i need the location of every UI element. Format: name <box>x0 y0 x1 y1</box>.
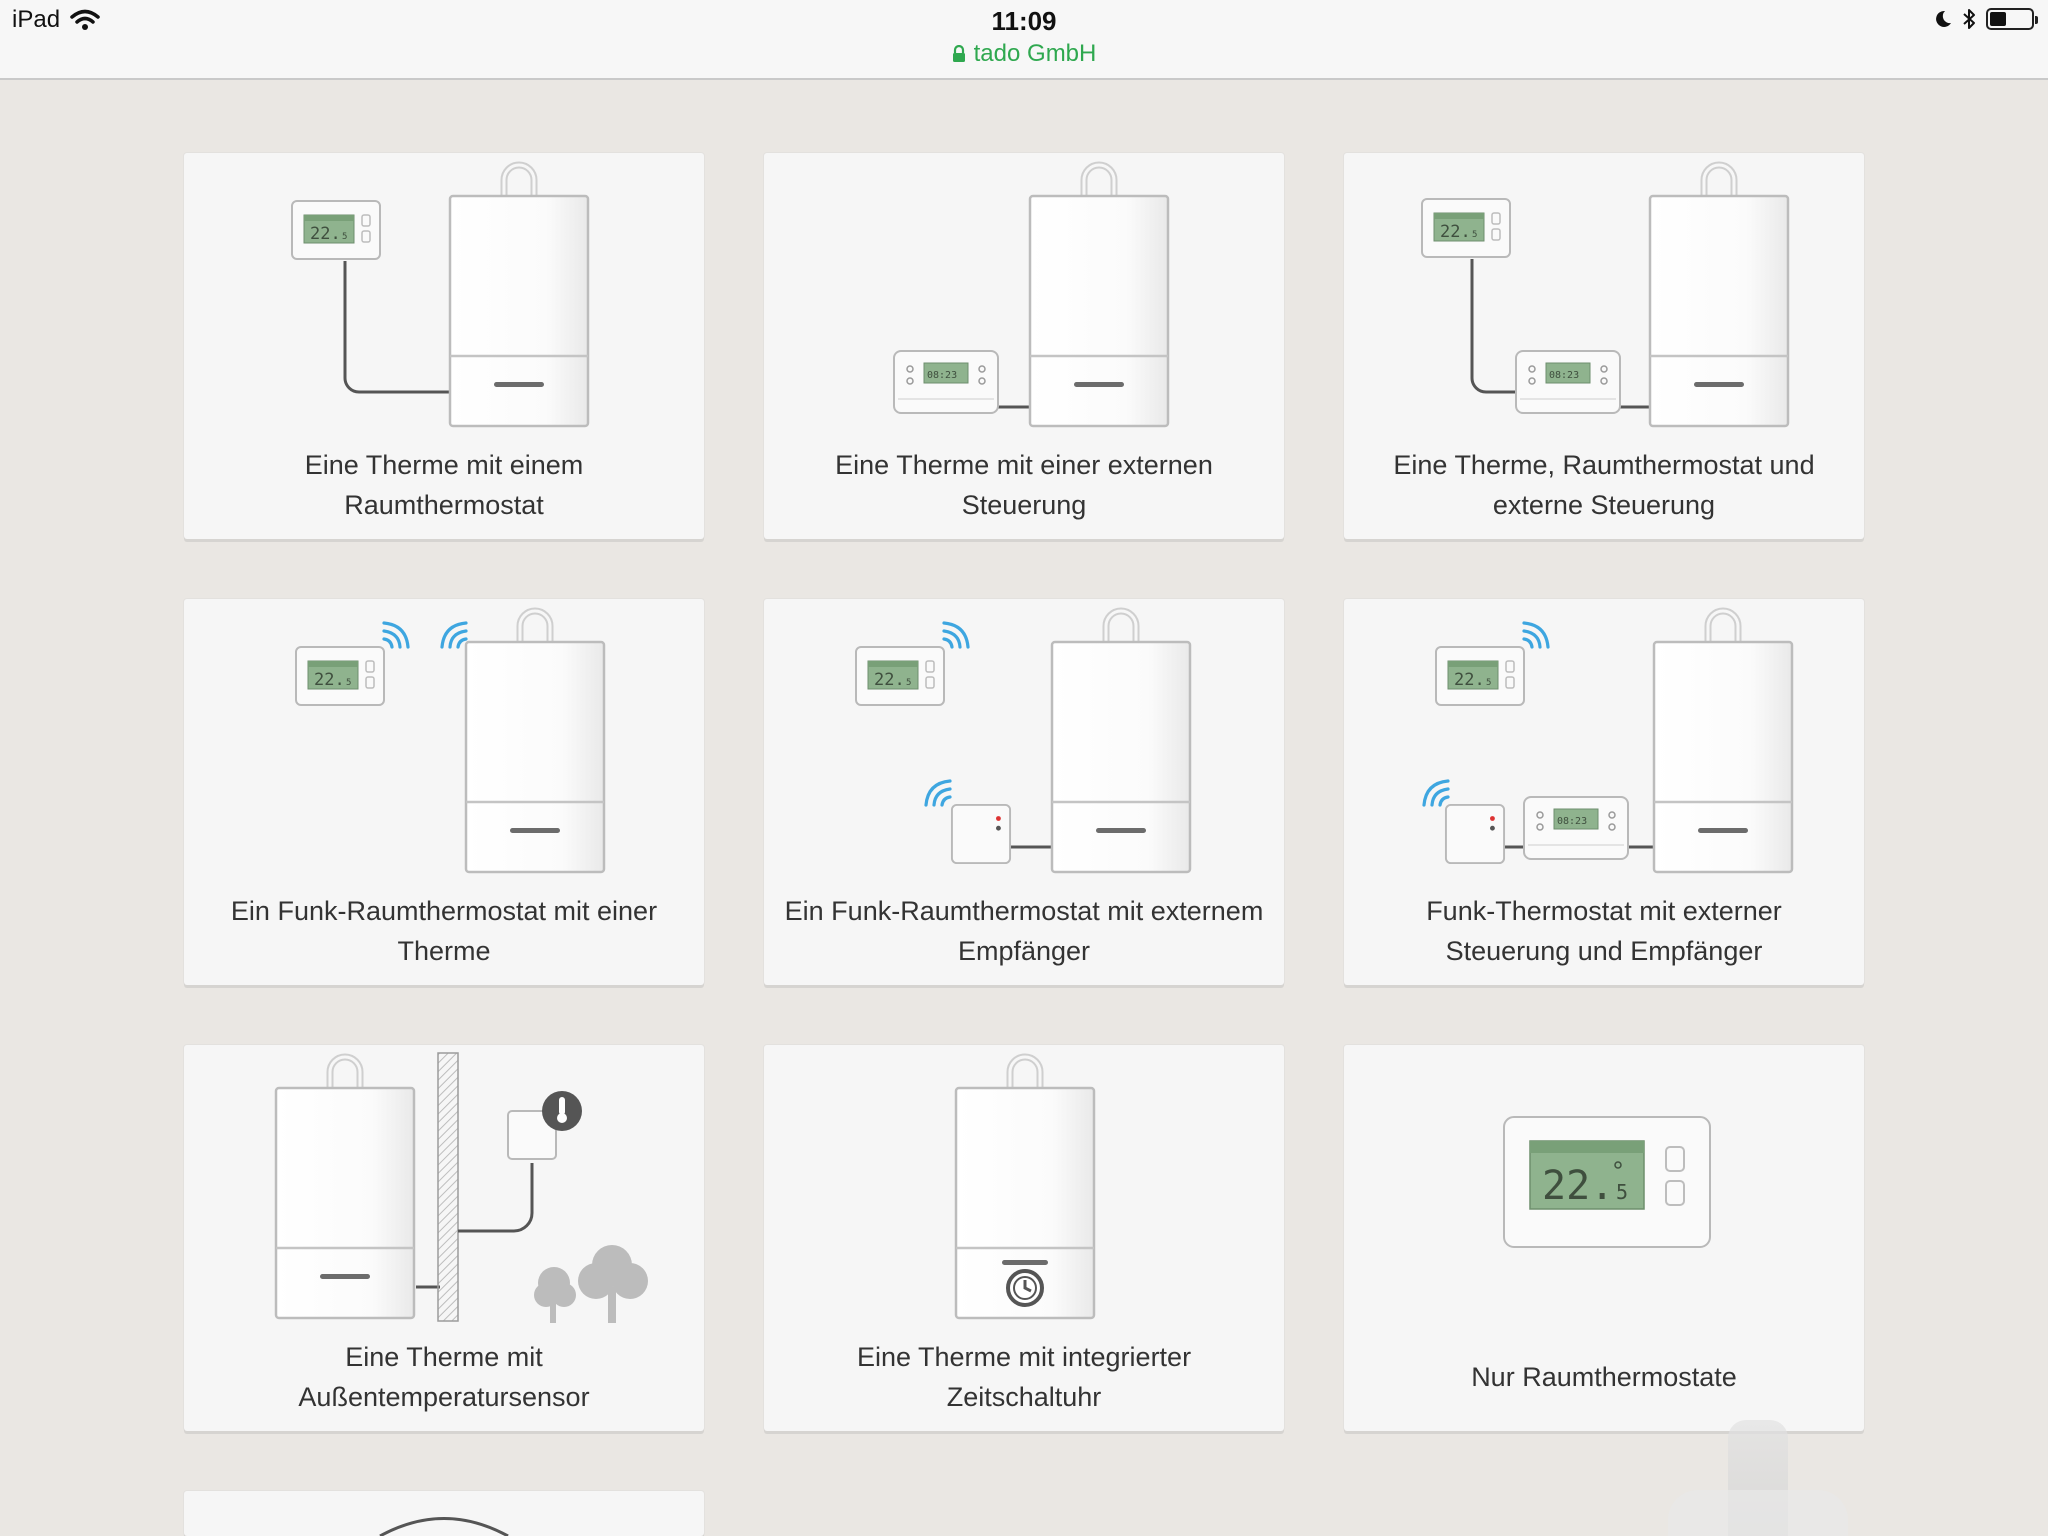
svg-text:22.: 22. <box>1542 1163 1614 1209</box>
card-partial[interactable] <box>184 1491 704 1536</box>
card-caption: Eine Therme mit einem Raumthermostat <box>304 450 584 520</box>
card-wireless-thermostat-receiver[interactable]: Ein Funk-Raumthermostat mit externem Emp… <box>764 599 1284 985</box>
card-caption: Funk-Thermostat mit externer Steuerung u… <box>1426 896 1782 966</box>
card-caption: Ein Funk-Raumthermostat mit externem Emp… <box>784 896 1264 966</box>
card-boiler-integrated-timer[interactable]: Eine Therme mit integrierter Zeitschaltu… <box>764 1045 1284 1431</box>
battery-icon <box>1986 8 2038 30</box>
control-unit-icon <box>1523 796 1629 860</box>
illustration-boiler-thermostat <box>291 153 704 443</box>
thermostat-icon <box>1421 198 1511 258</box>
bluetooth-icon <box>1963 9 1975 29</box>
card-caption: Eine Therme mit integrierter Zeitschaltu… <box>856 1342 1192 1412</box>
thermostat-icon <box>291 200 381 260</box>
site-name: tado GmbH <box>973 40 1097 67</box>
card-boiler-thermostat-external[interactable]: Eine Therme, Raumthermostat und externe … <box>1344 153 1864 539</box>
card-wireless-external-receiver[interactable]: Funk-Thermostat mit externer Steuerung u… <box>1344 599 1864 985</box>
wireless-signal-icon <box>924 779 952 807</box>
boiler-with-timer-icon <box>956 1057 1094 1318</box>
thermostat-large-icon: 22. 5 <box>1503 1116 1711 1248</box>
boiler-icon <box>1650 165 1788 426</box>
card-boiler-room-thermostat[interactable]: Eine Therme mit einem Raumthermostat <box>184 153 704 539</box>
card-boiler-outdoor-sensor[interactable]: Eine Therme mit Außentemperatursensor <box>184 1045 704 1431</box>
control-unit-icon <box>893 350 999 414</box>
wall <box>437 1052 459 1322</box>
background-thermostat-base <box>1668 1490 1848 1536</box>
svg-text:5: 5 <box>1616 1180 1628 1204</box>
control-unit-icon <box>1515 350 1621 414</box>
card-caption: Eine Therme, Raumthermostat und externe … <box>1393 450 1815 520</box>
wireless-signal-icon <box>382 621 410 649</box>
status-bar: iPad 11:09 tado GmbH <box>0 0 2048 80</box>
thermostat-icon <box>295 646 385 706</box>
battery-level <box>1990 12 2006 26</box>
boiler-icon <box>450 165 588 426</box>
thermostat-icon <box>1435 646 1525 706</box>
card-room-thermostats-only[interactable]: 22. 5 Nur Raumthermostate <box>1344 1045 1864 1431</box>
card-wireless-thermostat-boiler[interactable]: Ein Funk-Raumthermostat mit einer Therme <box>184 599 704 985</box>
status-right <box>1934 8 2038 30</box>
boiler-icon <box>1654 611 1792 872</box>
boiler-icon <box>1030 165 1168 426</box>
wireless-signal-icon <box>1422 779 1450 807</box>
boiler-icon <box>466 611 604 872</box>
boiler-icon <box>1052 611 1190 872</box>
card-caption: Eine Therme mit einer externen Steuerung <box>835 450 1213 520</box>
lock-icon <box>952 45 965 62</box>
boiler-icon <box>276 1057 414 1318</box>
wireless-signal-icon <box>440 621 468 649</box>
card-caption: Eine Therme mit Außentemperatursensor <box>298 1342 590 1412</box>
site-url[interactable]: tado GmbH <box>0 40 2048 68</box>
wireless-signal-icon <box>942 621 970 649</box>
thermostat-icon <box>855 646 945 706</box>
card-caption: Nur Raumthermostate <box>1471 1362 1737 1392</box>
receiver-icon <box>1444 803 1506 865</box>
tree-icon <box>534 1245 648 1323</box>
moon-icon <box>1936 10 1951 27</box>
card-boiler-external-control[interactable]: Eine Therme mit einer externen Steuerung <box>764 153 1284 539</box>
receiver-icon <box>950 803 1012 865</box>
card-caption: Ein Funk-Raumthermostat mit einer Therme <box>230 896 658 966</box>
wireless-signal-icon <box>1522 621 1550 649</box>
status-time: 11:09 <box>991 6 1057 36</box>
